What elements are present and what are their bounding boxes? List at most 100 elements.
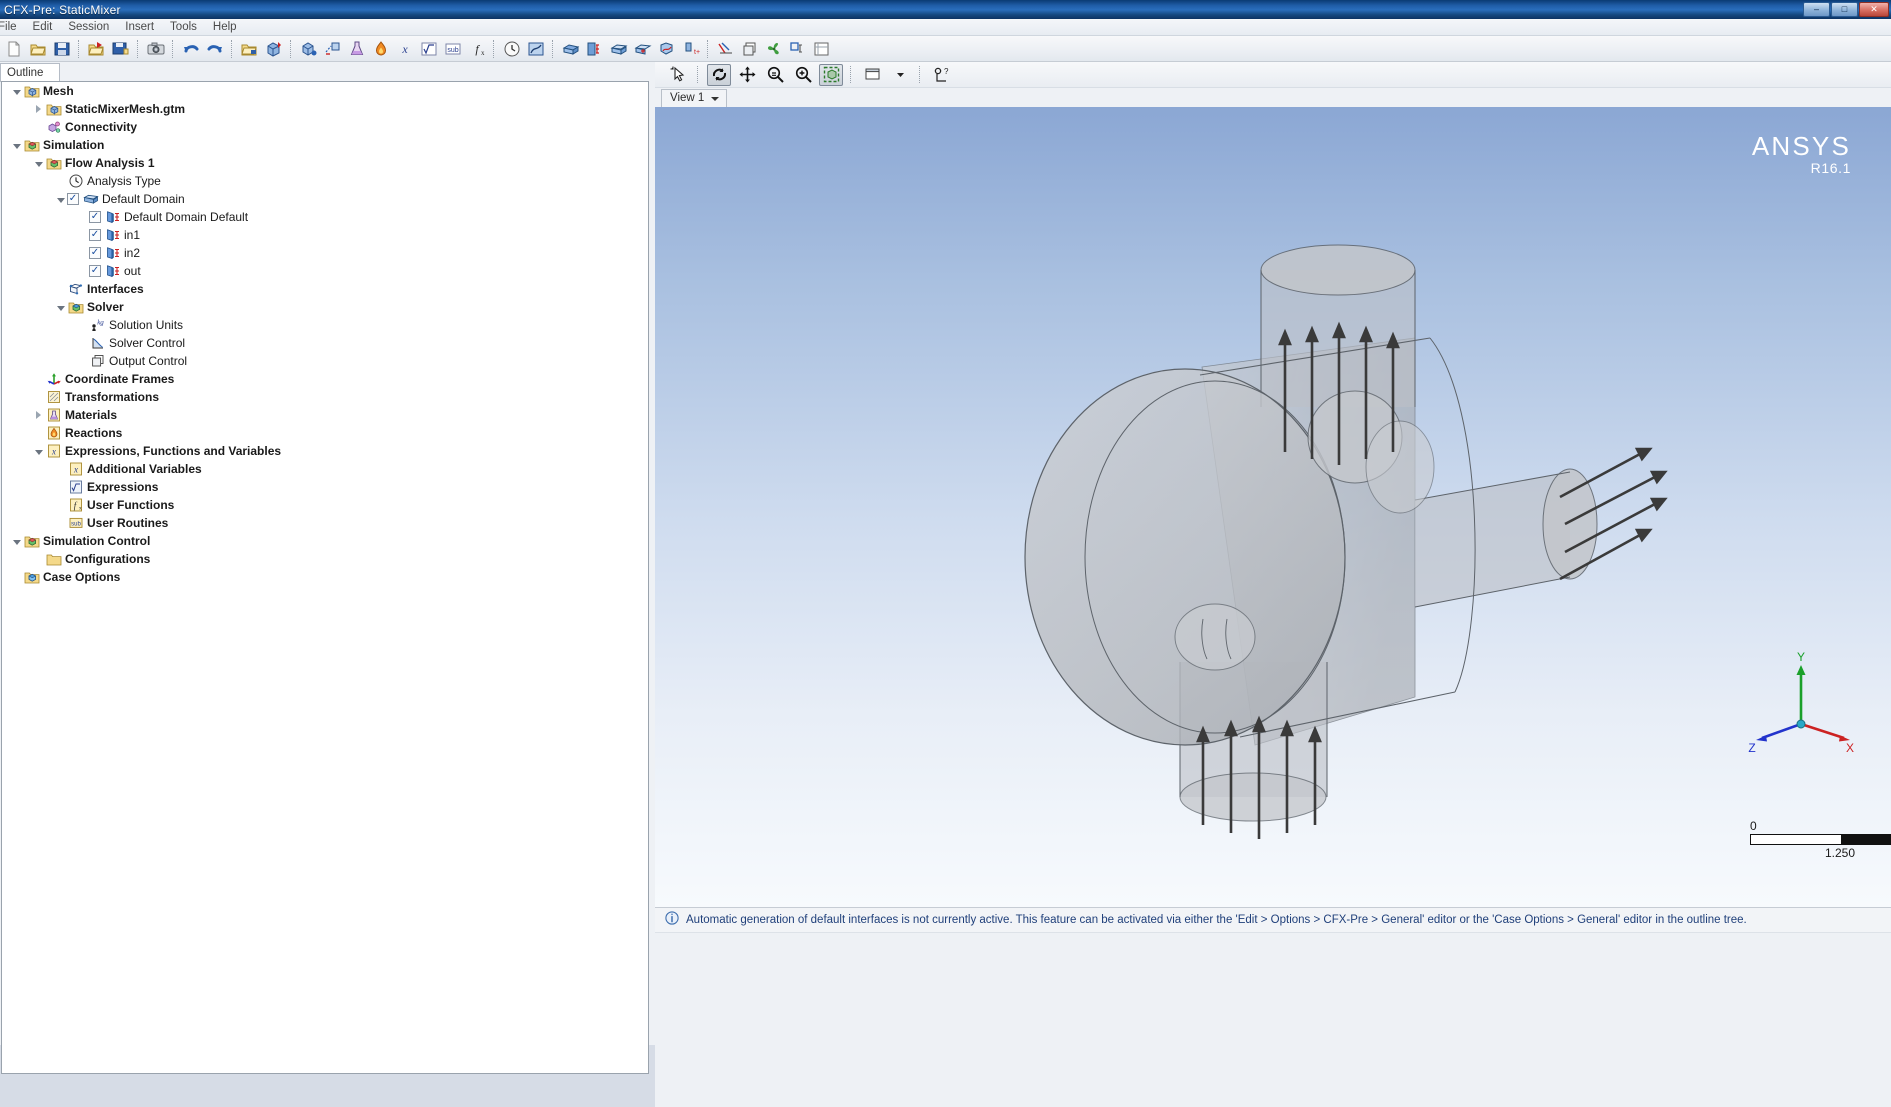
- tree-item-solver[interactable]: Solver: [2, 298, 648, 316]
- outline-tree[interactable]: MeshStaticMixerMesh.gtmConnectivitySimul…: [1, 81, 649, 1074]
- tree-item-out[interactable]: ✓out: [2, 262, 648, 280]
- undo-icon[interactable]: [180, 38, 202, 60]
- initialization-icon[interactable]: [656, 38, 678, 60]
- expand-collapse-chevron-down-icon[interactable]: [54, 190, 67, 208]
- tree-item-userfunctions[interactable]: fxUser Functions: [2, 496, 648, 514]
- menu-edit[interactable]: Edit: [25, 19, 61, 35]
- material-icon[interactable]: [346, 38, 368, 60]
- tree-item-outputcontrol[interactable]: Output Control: [2, 352, 648, 370]
- user-routine-icon[interactable]: sub: [442, 38, 464, 60]
- tree-item-additionalvariables[interactable]: xAdditional Variables: [2, 460, 648, 478]
- expand-collapse-chevron-down-icon[interactable]: [10, 532, 23, 550]
- menu-insert[interactable]: Insert: [117, 19, 162, 35]
- expand-collapse-chevron-down-icon[interactable]: [10, 136, 23, 154]
- domain-icon[interactable]: [298, 38, 320, 60]
- close-button[interactable]: ✕: [1859, 2, 1889, 17]
- solver-monitor-icon[interactable]: [715, 38, 737, 60]
- tree-item-coordinateframes[interactable]: Coordinate Frames: [2, 370, 648, 388]
- output-control-icon[interactable]: [739, 38, 761, 60]
- tab-view-1[interactable]: View 1: [661, 89, 727, 107]
- open-case-icon[interactable]: [27, 38, 49, 60]
- tree-item-userroutines[interactable]: subUser Routines: [2, 514, 648, 532]
- visibility-checkbox[interactable]: ✓: [89, 247, 101, 259]
- tree-item-simulationcontrol[interactable]: Simulation Control: [2, 532, 648, 550]
- expand-collapse-chevron-right-icon[interactable]: [32, 100, 45, 118]
- visibility-checkbox[interactable]: ✓: [89, 265, 101, 277]
- expand-collapse-chevron-down-icon[interactable]: [32, 154, 45, 172]
- zoom-in-out-icon[interactable]: [791, 64, 815, 86]
- rotate-icon[interactable]: [707, 64, 731, 86]
- tree-item-interfaces[interactable]: Interfaces: [2, 280, 648, 298]
- visibility-checkbox[interactable]: ✓: [67, 193, 79, 205]
- source-point-icon[interactable]: [584, 38, 606, 60]
- redo-icon[interactable]: [204, 38, 226, 60]
- visibility-checkbox[interactable]: ✓: [89, 211, 101, 223]
- snapshot-viewer-icon[interactable]: ?: [929, 64, 953, 86]
- maximize-button[interactable]: □: [1831, 2, 1858, 17]
- minimize-button[interactable]: –: [1803, 2, 1830, 17]
- tree-item-reactions[interactable]: Reactions: [2, 424, 648, 442]
- timestep-icon[interactable]: t+0: [680, 38, 702, 60]
- export-mesh-icon[interactable]: [110, 38, 132, 60]
- 3d-viewport[interactable]: ANSYS R16.1: [655, 107, 1891, 907]
- tree-item-analysistype[interactable]: Analysis Type: [2, 172, 648, 190]
- analysis-type-icon[interactable]: [501, 38, 523, 60]
- view-dropdown-caret-icon[interactable]: [888, 64, 912, 86]
- new-case-icon[interactable]: [3, 38, 25, 60]
- zoom-box-icon[interactable]: [763, 64, 787, 86]
- user-function-icon[interactable]: fx: [466, 38, 488, 60]
- menu-help[interactable]: Help: [205, 19, 245, 35]
- import-mesh-icon[interactable]: [86, 38, 108, 60]
- user-functions-icon: fx: [67, 497, 84, 514]
- turbo-icon[interactable]: [763, 38, 785, 60]
- tree-item-mesh[interactable]: Mesh: [2, 82, 648, 100]
- tree-item-flowanalysis1[interactable]: Flow Analysis 1: [2, 154, 648, 172]
- menu-file[interactable]: File: [0, 19, 25, 35]
- tree-item-defaultdomaindefault[interactable]: ✓Default Domain Default: [2, 208, 648, 226]
- menu-session[interactable]: Session: [60, 19, 117, 35]
- expand-collapse-chevron-down-icon[interactable]: [10, 82, 23, 100]
- domain-interface-icon[interactable]: [608, 38, 630, 60]
- point-icon[interactable]: [632, 38, 654, 60]
- tree-item-defaultdomain[interactable]: ✓Default Domain: [2, 190, 648, 208]
- case-options-icon[interactable]: [811, 38, 833, 60]
- predefined-view-icon[interactable]: [860, 64, 884, 86]
- subdomain-icon[interactable]: [560, 38, 582, 60]
- message-output-pane[interactable]: [655, 933, 1891, 1107]
- expand-collapse-chevron-right-icon[interactable]: [32, 406, 45, 424]
- define-run-icon[interactable]: [263, 38, 285, 60]
- save-case-icon[interactable]: [51, 38, 73, 60]
- pan-icon[interactable]: [735, 64, 759, 86]
- reaction-icon[interactable]: [370, 38, 392, 60]
- axis-triad[interactable]: Y X Z: [1746, 652, 1856, 762]
- tree-item-configurations[interactable]: Configurations: [2, 550, 648, 568]
- select-pointer-icon[interactable]: [666, 64, 690, 86]
- tree-item-caseoptions[interactable]: Case Options: [2, 568, 648, 586]
- tree-item-expressionsfunctionsvariables[interactable]: xExpressions, Functions and Variables: [2, 442, 648, 460]
- load-results-icon[interactable]: [239, 38, 261, 60]
- expand-collapse-chevron-down-icon[interactable]: [32, 442, 45, 460]
- expression-icon[interactable]: x: [394, 38, 416, 60]
- tree-item-expressions[interactable]: Expressions: [2, 478, 648, 496]
- mesh-adaption-icon[interactable]: [787, 38, 809, 60]
- tree-item-simulation[interactable]: Simulation: [2, 136, 648, 154]
- static-mixer-geometry[interactable]: [655, 107, 1891, 907]
- tree-item-solvercontrol[interactable]: Solver Control: [2, 334, 648, 352]
- visibility-checkbox[interactable]: ✓: [89, 229, 101, 241]
- tree-item-transformations[interactable]: Transformations: [2, 388, 648, 406]
- tree-item-staticmixermesh[interactable]: StaticMixerMesh.gtm: [2, 100, 648, 118]
- menu-tools[interactable]: Tools: [162, 19, 205, 35]
- variable-icon[interactable]: [418, 38, 440, 60]
- tree-item-in2[interactable]: ✓in2: [2, 244, 648, 262]
- tab-outline[interactable]: Outline: [0, 63, 60, 82]
- snapshot-icon[interactable]: [145, 38, 167, 60]
- solver-control-icon[interactable]: [525, 38, 547, 60]
- boundary-icon[interactable]: [322, 38, 344, 60]
- fit-view-icon[interactable]: [819, 64, 843, 86]
- tree-item-in1[interactable]: ✓in1: [2, 226, 648, 244]
- tree-item-materials[interactable]: Materials: [2, 406, 648, 424]
- chevron-down-icon[interactable]: [711, 97, 719, 101]
- tree-item-solutionunits[interactable]: kgSolution Units: [2, 316, 648, 334]
- expand-collapse-chevron-down-icon[interactable]: [54, 298, 67, 316]
- tree-item-connectivity[interactable]: Connectivity: [2, 118, 648, 136]
